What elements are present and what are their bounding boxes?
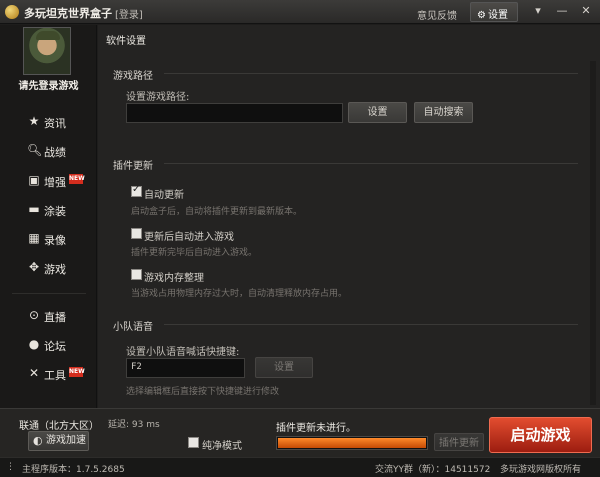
settings-label: 设置 (487, 10, 508, 21)
accelerate-label: 游戏加速 (46, 435, 86, 446)
sidebar-item-label: 论坛 (44, 340, 66, 353)
section-team-voice: 小队语音 (113, 322, 153, 333)
plugin-update-button[interactable]: 插件更新 (434, 433, 484, 451)
title-bar: 多玩坦克世界盒子 [登录] 意见反馈 ⚙ 设置 ▾ — ✕ (0, 0, 600, 24)
bottom-bar: 联通（北方大区） 延迟: 93 ms ◐ 游戏加速 纯净模式 插件更新未进行。 … (0, 408, 600, 457)
qq-group-link[interactable]: 交流YY群（新）：14511572 (375, 462, 490, 475)
section-divider (164, 73, 578, 74)
launch-game-button[interactable]: 启动游戏 (489, 417, 592, 453)
sidebar-item-label: 工具 (44, 369, 66, 382)
login-link[interactable]: [登录] (115, 6, 143, 21)
feedback-link[interactable]: 意见反馈 (417, 7, 457, 22)
sidebar-item-enhance[interactable]: ▣ 增强 NEW (0, 170, 97, 192)
update-progress-fill (278, 438, 426, 448)
memory-cleanup-hint: 当游戏占用物理内存过大时，自动清理释放内存占用。 (131, 289, 348, 299)
status-bar: ⋮ 主程序版本：1.7.5.2685 交流YY群（新）：14511572 多玩游… (0, 457, 600, 477)
sidebar-item-label: 战绩 (44, 146, 66, 159)
voice-hotkey-set-button[interactable]: 设置 (255, 357, 313, 378)
voice-hotkey-hint: 选择编辑框后直接按下快捷键进行修改 (126, 387, 280, 397)
film-icon: ▦ (28, 231, 40, 245)
sidebar: 请先登录游戏 ★ 资讯 🔍︎ 战绩 ▣ 增强 NEW ▬ 涂装 ▦ 录像 ✥ 游… (0, 25, 97, 408)
star-icon: ★ (28, 114, 40, 128)
section-divider (164, 163, 578, 164)
memory-cleanup-label[interactable]: 游戏内存整理 (144, 269, 204, 284)
game-path-set-button[interactable]: 设置 (348, 102, 407, 123)
game-path-input[interactable] (126, 103, 343, 123)
sidebar-item-skin[interactable]: ▬ 涂装 (0, 199, 97, 221)
sidebar-item-news[interactable]: ★ 资讯 (0, 111, 97, 133)
voice-hotkey-label: 设置小队语音喊话快捷键: (126, 347, 240, 358)
region-label: 联通（北方大区） (19, 421, 99, 432)
resize-grip-icon: ⋮ (6, 462, 15, 472)
avatar[interactable] (23, 27, 71, 75)
magnifier-icon: 🔍︎ (27, 143, 43, 157)
sidebar-item-label: 增强 (44, 176, 66, 189)
sidebar-divider (12, 293, 86, 294)
new-badge: NEW (69, 174, 85, 184)
game-accelerate-button[interactable]: ◐ 游戏加速 (28, 431, 89, 451)
update-progress-bar (276, 436, 428, 450)
sidebar-item-tools[interactable]: ✕ 工具 NEW (0, 363, 97, 385)
game-path-label: 设置游戏路径: (126, 92, 190, 103)
gamepad-icon: ✥ (28, 260, 40, 274)
auto-update-hint: 启动盒子后，自动将插件更新到最新版本。 (131, 207, 303, 217)
sidebar-item-label: 涂装 (44, 205, 66, 218)
auto-update-label[interactable]: 自动更新 (144, 186, 184, 201)
sidebar-item-label: 直播 (44, 311, 66, 324)
tank-icon: ▬ (28, 202, 40, 216)
pure-mode-checkbox[interactable] (188, 437, 199, 448)
sidebar-item-replay[interactable]: ▦ 录像 (0, 228, 97, 250)
toolbox-icon: ▣ (28, 173, 40, 187)
sidebar-item-label: 游戏 (44, 263, 66, 276)
sidebar-item-game[interactable]: ✥ 游戏 (0, 257, 97, 279)
chat-icon: ● (28, 337, 40, 351)
app-logo-icon (5, 5, 19, 19)
sidebar-item-record[interactable]: 🔍︎ 战绩 (0, 140, 97, 162)
gear-icon: ⚙ (477, 10, 486, 21)
tools-icon: ✕ (28, 366, 40, 380)
section-plugin-update: 插件更新 (113, 161, 153, 172)
app-title: 多玩坦克世界盒子 (24, 7, 112, 20)
sidebar-item-label: 资讯 (44, 117, 66, 130)
sidebar-item-forum[interactable]: ● 论坛 (0, 334, 97, 356)
section-divider (164, 324, 578, 325)
new-badge: NEW (69, 367, 85, 377)
auto-update-checkbox[interactable] (131, 184, 142, 197)
copyright-label: 多玩游戏网版权所有 (500, 465, 582, 475)
menu-icon[interactable]: ▾ (532, 5, 544, 17)
section-game-path: 游戏路径 (113, 71, 153, 82)
auto-enter-game-checkbox[interactable] (131, 228, 142, 239)
sidebar-item-live[interactable]: ⊙ 直播 (0, 305, 97, 327)
login-prompt[interactable]: 请先登录游戏 (0, 77, 97, 92)
auto-search-button[interactable]: 自动搜索 (414, 102, 473, 123)
play-circle-icon: ⊙ (28, 308, 40, 322)
settings-button[interactable]: ⚙ 设置 (470, 2, 518, 22)
sidebar-item-label: 录像 (44, 234, 66, 247)
memory-cleanup-checkbox[interactable] (131, 269, 142, 280)
speedometer-icon: ◐ (33, 434, 43, 447)
minimize-icon[interactable]: — (556, 5, 568, 17)
auto-enter-game-label[interactable]: 更新后自动进入游戏 (144, 228, 234, 243)
panel-title: 软件设置 (106, 36, 146, 47)
latency-label: 延迟: 93 ms (108, 420, 160, 430)
close-icon[interactable]: ✕ (580, 5, 592, 17)
scrollbar[interactable] (590, 61, 596, 405)
auto-enter-game-hint: 插件更新完毕后自动进入游戏。 (131, 248, 258, 258)
update-status: 插件更新未进行。 (276, 423, 356, 434)
pure-mode-label[interactable]: 纯净模式 (202, 437, 242, 452)
settings-panel: 软件设置 游戏路径 设置游戏路径: 设置 自动搜索 插件更新 自动更新 启动盒子… (98, 25, 600, 408)
voice-hotkey-input[interactable]: F2 (126, 358, 245, 378)
version-label: 主程序版本：1.7.5.2685 (22, 465, 125, 475)
